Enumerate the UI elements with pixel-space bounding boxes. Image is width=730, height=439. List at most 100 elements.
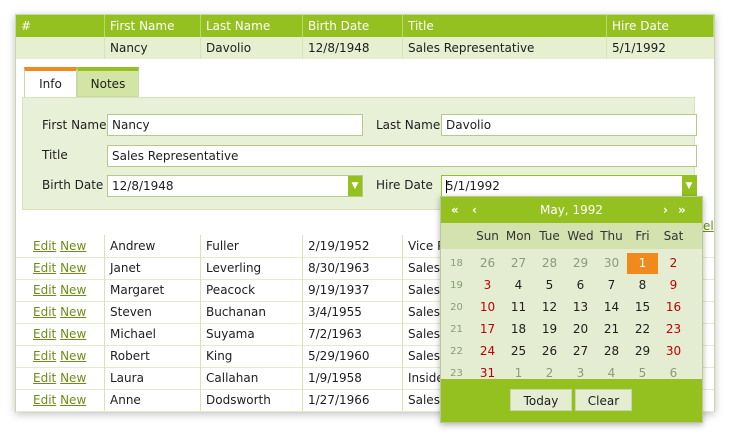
- new-link[interactable]: New: [60, 327, 86, 341]
- calendar-day[interactable]: 27: [565, 341, 596, 362]
- day-name-header: Thu: [600, 229, 623, 243]
- edit-link[interactable]: Edit: [33, 349, 56, 363]
- calendar-day[interactable]: 28: [596, 341, 627, 362]
- new-link[interactable]: New: [60, 261, 86, 275]
- calendar-day[interactable]: 26: [472, 253, 503, 274]
- chevron-down-icon[interactable]: ▼: [682, 176, 696, 196]
- today-button[interactable]: Today: [510, 389, 572, 411]
- calendar-day[interactable]: 24: [472, 341, 503, 362]
- new-link[interactable]: New: [60, 305, 86, 319]
- calendar-day[interactable]: 22: [627, 319, 658, 340]
- calendar-day[interactable]: 28: [534, 253, 565, 274]
- prev-month-icon[interactable]: ‹: [472, 197, 477, 223]
- new-link[interactable]: New: [60, 239, 86, 253]
- partial-hidden-link[interactable]: el: [703, 219, 714, 233]
- clear-button[interactable]: Clear: [575, 389, 632, 411]
- birth-date-cell: 8/30/1963: [303, 257, 403, 279]
- calendar-day[interactable]: 29: [565, 253, 596, 274]
- calendar-day[interactable]: 23: [658, 319, 689, 340]
- birth-date-value: 12/8/1948: [112, 179, 174, 193]
- selected-first-name: Nancy: [105, 37, 201, 59]
- calendar-day[interactable]: 27: [503, 253, 534, 274]
- edit-link[interactable]: Edit: [33, 393, 56, 407]
- calendar-day[interactable]: 7: [596, 275, 627, 296]
- new-link[interactable]: New: [60, 371, 86, 385]
- title-field[interactable]: [107, 145, 697, 167]
- birth-date-cell: 3/4/1955: [303, 301, 403, 323]
- hire-date-picker[interactable]: 5/1/1992 ▼: [441, 175, 697, 197]
- calendar-day[interactable]: 3: [472, 275, 503, 296]
- calendar-day[interactable]: 30: [596, 253, 627, 274]
- birth-date-cell: 2/19/1952: [303, 235, 403, 257]
- birth-date-picker[interactable]: 12/8/1948 ▼: [107, 175, 363, 197]
- calendar-day[interactable]: 9: [658, 275, 689, 296]
- title-label: Title: [42, 148, 68, 162]
- calendar-day[interactable]: 4: [503, 275, 534, 296]
- last-name-field[interactable]: [441, 114, 697, 136]
- calendar-day[interactable]: 16: [658, 297, 689, 318]
- calendar-day[interactable]: 10: [472, 297, 503, 318]
- calendar-day[interactable]: 11: [503, 297, 534, 318]
- row-actions: Edit New: [16, 279, 105, 301]
- header-last-name[interactable]: Last Name: [201, 15, 303, 37]
- row-actions: Edit New: [16, 389, 105, 411]
- calendar-day[interactable]: 20: [565, 319, 596, 340]
- header-hire-date[interactable]: Hire Date: [607, 15, 714, 37]
- row-actions: Edit New: [16, 235, 105, 257]
- last-name-cell: King: [201, 345, 303, 367]
- edit-link[interactable]: Edit: [33, 371, 56, 385]
- first-name-cell: Anne: [105, 389, 201, 411]
- first-name-cell: Margaret: [105, 279, 201, 301]
- calendar-day[interactable]: 1: [627, 253, 658, 274]
- week-number: 21: [450, 324, 463, 335]
- calendar-day[interactable]: 6: [565, 275, 596, 296]
- calendar-day[interactable]: 30: [658, 341, 689, 362]
- calendar-day[interactable]: 25: [503, 341, 534, 362]
- new-link[interactable]: New: [60, 393, 86, 407]
- grid-header-row: # First Name Last Name Birth Date Title …: [16, 15, 714, 37]
- calendar-day[interactable]: 21: [596, 319, 627, 340]
- calendar-day[interactable]: 19: [534, 319, 565, 340]
- calendar-header: May, 1992 « ‹ › »: [441, 197, 702, 223]
- edit-link[interactable]: Edit: [33, 283, 56, 297]
- calendar-day[interactable]: 18: [503, 319, 534, 340]
- first-name-cell: Andrew: [105, 235, 201, 257]
- selected-row[interactable]: Nancy Davolio 12/8/1948 Sales Representa…: [16, 37, 714, 59]
- prev-year-icon[interactable]: «: [451, 197, 459, 223]
- next-month-icon[interactable]: ›: [663, 197, 668, 223]
- row-actions: Edit New: [16, 323, 105, 345]
- edit-link[interactable]: Edit: [33, 261, 56, 275]
- tab-notes[interactable]: Notes: [77, 67, 139, 97]
- first-name-label: First Name: [42, 118, 107, 132]
- header-title[interactable]: Title: [403, 15, 607, 37]
- birth-date-cell: 1/9/1958: [303, 367, 403, 389]
- selected-birth-date: 12/8/1948: [303, 37, 403, 59]
- calendar-day[interactable]: 26: [534, 341, 565, 362]
- first-name-field[interactable]: [107, 114, 363, 136]
- calendar-day[interactable]: 5: [534, 275, 565, 296]
- calendar-day[interactable]: 17: [472, 319, 503, 340]
- calendar-day[interactable]: 2: [658, 253, 689, 274]
- week-number: 20: [450, 302, 463, 313]
- chevron-down-icon[interactable]: ▼: [348, 176, 362, 196]
- new-link[interactable]: New: [60, 349, 86, 363]
- calendar-day[interactable]: 13: [565, 297, 596, 318]
- calendar-day[interactable]: 29: [627, 341, 658, 362]
- edit-link[interactable]: Edit: [33, 305, 56, 319]
- calendar-day[interactable]: 8: [627, 275, 658, 296]
- week-number: 22: [450, 346, 463, 357]
- new-link[interactable]: New: [60, 283, 86, 297]
- header-first-name[interactable]: First Name: [105, 15, 201, 37]
- selected-row-marker: [16, 37, 105, 59]
- edit-link[interactable]: Edit: [33, 327, 56, 341]
- header-number[interactable]: #: [16, 15, 105, 37]
- day-name-header: Sat: [663, 229, 684, 243]
- tab-info[interactable]: Info: [24, 67, 77, 97]
- next-year-icon[interactable]: »: [678, 197, 686, 223]
- header-birth-date[interactable]: Birth Date: [303, 15, 403, 37]
- calendar-day[interactable]: 15: [627, 297, 658, 318]
- calendar-day[interactable]: 14: [596, 297, 627, 318]
- birth-date-cell: 9/19/1937: [303, 279, 403, 301]
- calendar-day[interactable]: 12: [534, 297, 565, 318]
- edit-link[interactable]: Edit: [33, 239, 56, 253]
